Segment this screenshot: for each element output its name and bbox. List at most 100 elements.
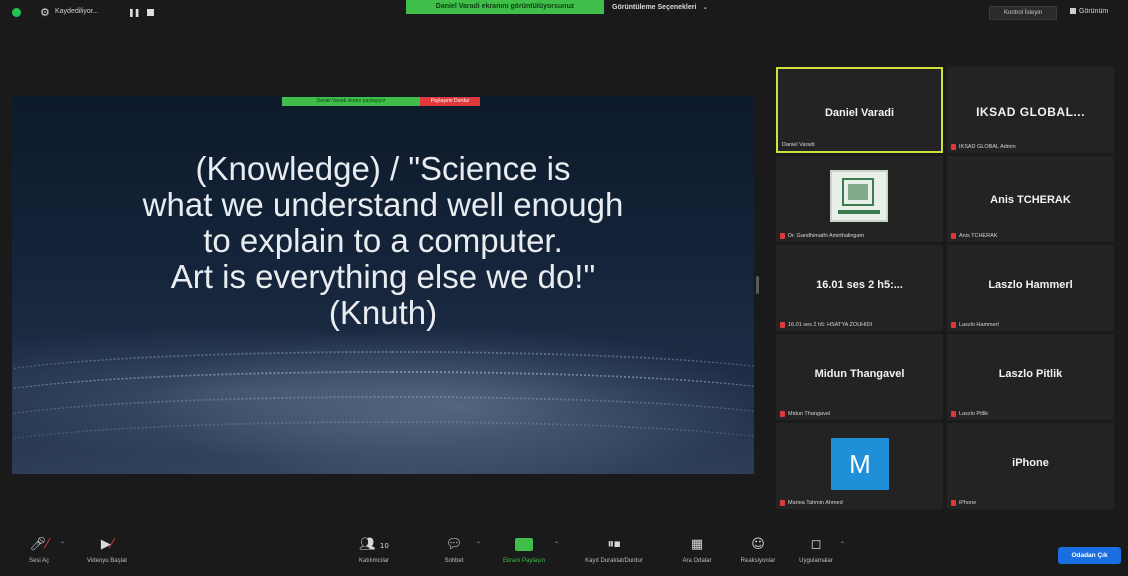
participant-label: Anis TCHERAK [951, 233, 997, 239]
participant-label: Midun Thangavel [780, 411, 830, 417]
participant-label-text: Dr. Gandhimathi Amirthalingam [788, 233, 865, 239]
participant-label: Dr. Gandhimathi Amirthalingam [780, 233, 864, 239]
participant-tile[interactable]: IKSAD GLOBAL... IKSAD GLOBAL Admin [947, 67, 1114, 153]
muted-mic-icon [780, 500, 785, 506]
participant-label-text: IKSAD GLOBAL Admin [959, 144, 1016, 150]
wave-decoration [12, 421, 754, 474]
stop-recording-icon[interactable] [147, 9, 154, 16]
logo-center [848, 184, 868, 200]
breakout-rooms-button[interactable]: ▦ Ara Odalar [674, 537, 720, 565]
participant-label: Laszlo Pitlik [951, 411, 988, 417]
panel-splitter-handle[interactable] [756, 276, 759, 294]
participant-label: 16.01 ses 2 h5: HSATYA ZOUHIDI [780, 322, 872, 328]
share-screen-button[interactable]: Ekranı Paylaşın ⌃ [494, 538, 559, 564]
recording-indicator-icon [12, 8, 21, 17]
muted-mic-icon [780, 322, 785, 328]
breakout-rooms-icon: ▦ [690, 537, 704, 552]
view-options-menu[interactable]: Görüntüleme Seçenekleri ⌄ [612, 3, 708, 11]
muted-mic-icon [951, 500, 956, 506]
microphone-muted-icon: 🎤︎⁄ [29, 537, 49, 552]
start-video-button[interactable]: ▶︎⁄ Videoyu Başlat [76, 537, 138, 565]
breakout-rooms-label: Ara Odalar [682, 558, 712, 564]
participant-tile[interactable]: Laszlo Pitlik Laszlo Pitlik [947, 334, 1114, 420]
chevron-up-icon[interactable]: ⌃ [554, 541, 559, 548]
record-label: Kayıt Duraklat/Durdur [585, 558, 643, 564]
participant-label: Mariea Tahmin Ahmed [780, 500, 843, 506]
pause-stop-recording-icon: ⏸︎⏹︎ [607, 537, 621, 552]
participants-count: 10 [379, 542, 389, 550]
unmute-button[interactable]: 🎤︎⁄ Sesi Aç ⌃ [22, 537, 65, 565]
video-off-icon: ▶︎⁄ [100, 537, 114, 552]
gear-icon[interactable]: ⚙ [40, 6, 50, 19]
chevron-up-icon[interactable]: ⌃ [476, 541, 481, 548]
slide-line: (Knowledge) / "Science is [195, 150, 571, 187]
participants-icon: 👥︎ 10 [359, 537, 389, 552]
share-status: Daniel Varadi ekranı paylaşıyor [282, 97, 420, 106]
chevron-up-icon[interactable]: ⌃ [60, 541, 65, 548]
participant-label-text: Laszlo Pitlik [959, 411, 989, 417]
participant-name: Daniel Varadi [824, 107, 895, 119]
participant-label-text: Daniel Varadi [782, 142, 815, 148]
participant-avatar: M [831, 438, 889, 490]
participant-label-text: Laszlo Hammerl [959, 322, 999, 328]
muted-mic-icon [780, 233, 785, 239]
view-options-label: Görüntüleme Seçenekleri [612, 4, 697, 11]
pause-recording-icon[interactable]: ❚❚ [128, 8, 140, 17]
participant-tile[interactable]: 16.01 ses 2 h5:... 16.01 ses 2 h5: HSATY… [776, 245, 943, 331]
record-button[interactable]: ⏸︎⏹︎ Kayıt Duraklat/Durdur [568, 537, 660, 565]
participants-label: Katılımcılar [358, 558, 389, 564]
apps-icon: ◻︎ [810, 537, 822, 552]
request-control-button[interactable]: Kontrol İsteyin [989, 6, 1057, 20]
participant-tile[interactable]: iPhone iPhone [947, 423, 1114, 509]
participant-label: iPhone [951, 500, 976, 506]
participant-tile[interactable]: Laszlo Hammerl Laszlo Hammerl [947, 245, 1114, 331]
participant-name: Laszlo Hammerl [988, 279, 1073, 291]
view-toggle-button[interactable]: Görünüm [1070, 8, 1108, 15]
recording-label: Kaydediliyor... [55, 8, 99, 15]
apps-label: Uygulamalar [799, 558, 833, 564]
slide-line: Art is everything else we do!" [170, 258, 596, 295]
chat-label: Sohbet [444, 558, 464, 564]
participants-button[interactable]: 👥︎ 10 Katılımcılar [346, 537, 402, 565]
chat-icon: 💬︎ [445, 537, 463, 552]
reactions-label: Reaksiyonlar [740, 558, 776, 564]
participant-label-text: 16.01 ses 2 h5: HSATYA ZOUHIDI [788, 322, 873, 328]
reactions-button[interactable]: ☺︎ Reaksiyonlar [732, 537, 784, 565]
participant-tile[interactable]: Daniel Varadi Daniel Varadi [776, 67, 943, 153]
unmute-label: Sesi Aç [28, 558, 49, 564]
chevron-down-icon: ⌄ [702, 3, 709, 11]
participant-label-text: Anis TCHERAK [959, 233, 998, 239]
logo-bar [838, 210, 880, 214]
start-video-label: Videoyu Başlat [87, 558, 127, 564]
participant-name: IKSAD GLOBAL... [976, 105, 1085, 119]
participant-tile[interactable]: Midun Thangavel Midun Thangavel [776, 334, 943, 420]
muted-mic-icon [951, 411, 956, 417]
share-screen-label: Ekranı Paylaşın [502, 558, 546, 564]
participant-label: IKSAD GLOBAL Admin [951, 144, 1016, 150]
grid-icon [1070, 8, 1076, 14]
participant-label: Laszlo Hammerl [951, 322, 999, 328]
stop-share-button[interactable]: Paylaşımı Durdur [420, 97, 480, 106]
share-screen-icon [494, 538, 554, 552]
participant-tile[interactable]: M Mariea Tahmin Ahmed [776, 423, 943, 509]
leave-meeting-button[interactable]: Odadan Çık [1058, 547, 1121, 564]
participant-label-text: iPhone [959, 500, 977, 506]
chat-button[interactable]: 💬︎ Sohbet ⌃ [434, 537, 481, 565]
participant-tile[interactable]: Dr. Gandhimathi Amirthalingam [776, 156, 943, 242]
share-control-bar: Daniel Varadi ekranı paylaşıyor Paylaşım… [282, 97, 480, 106]
participant-name: Midun Thangavel [814, 368, 905, 380]
shared-screen: (Knowledge) / "Science is what we unders… [12, 96, 754, 474]
reactions-icon: ☺︎ [751, 537, 765, 552]
participant-name: Anis TCHERAK [990, 194, 1071, 206]
meeting-toolbar: 🎤︎⁄ Sesi Aç ⌃ ▶︎⁄ Videoyu Başlat 👥︎ 10 K… [0, 530, 1128, 576]
participant-label-text: Mariea Tahmin Ahmed [788, 500, 843, 506]
muted-mic-icon [951, 233, 956, 239]
participant-name: iPhone [1012, 457, 1049, 469]
slide-line: to explain to a computer. [203, 222, 563, 259]
apps-button[interactable]: ◻︎ Uygulamalar ⌃ [790, 537, 845, 565]
slide-line: (Knuth) [328, 294, 438, 331]
participant-tile[interactable]: Anis TCHERAK Anis TCHERAK [947, 156, 1114, 242]
screen-share-banner: Daniel Varadi ekranını görüntülüyorsunuz [406, 0, 604, 14]
participant-label: Daniel Varadi [782, 142, 815, 148]
chevron-up-icon[interactable]: ⌃ [840, 541, 845, 548]
